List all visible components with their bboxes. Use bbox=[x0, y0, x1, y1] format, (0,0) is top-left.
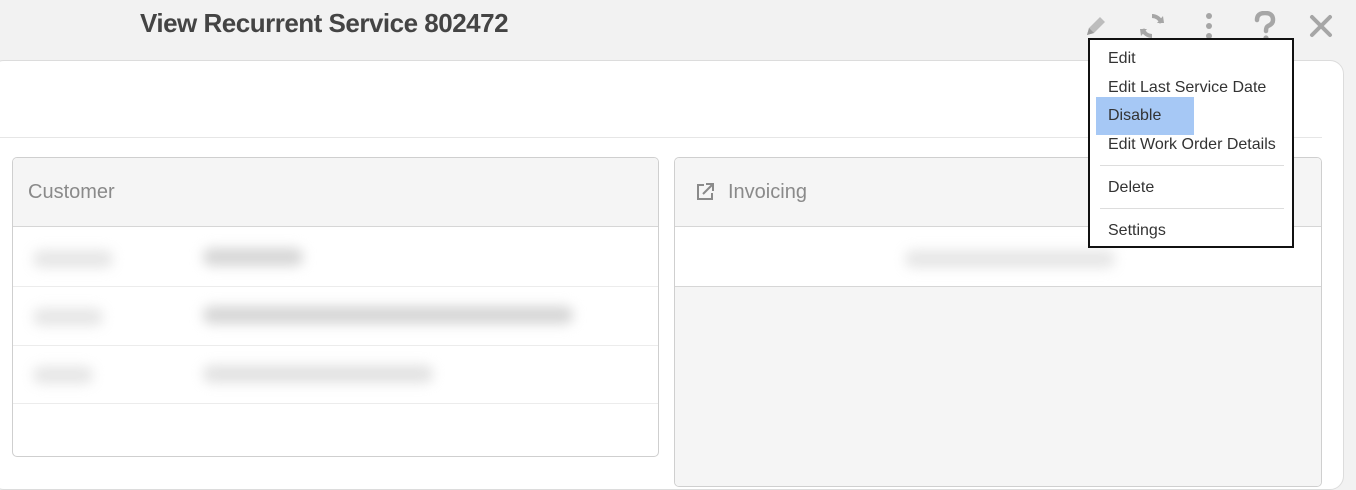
customer-panel-title: Customer bbox=[28, 180, 115, 203]
customer-panel: Customer bbox=[12, 157, 659, 457]
redacted-label bbox=[33, 308, 103, 326]
invoicing-body bbox=[675, 287, 1321, 486]
row-divider bbox=[13, 286, 658, 287]
row-divider bbox=[13, 345, 658, 346]
redacted-label bbox=[33, 366, 93, 384]
menu-separator bbox=[1100, 165, 1284, 166]
redacted-value bbox=[203, 306, 573, 324]
redacted-value bbox=[203, 248, 303, 266]
menu-item-delete[interactable]: Delete bbox=[1096, 169, 1246, 207]
redacted-value bbox=[905, 250, 1115, 268]
menu-item-settings[interactable]: Settings bbox=[1096, 212, 1246, 250]
row-divider bbox=[13, 403, 658, 404]
close-icon[interactable] bbox=[1305, 10, 1337, 42]
customer-panel-header: Customer bbox=[13, 158, 658, 227]
page-title: View Recurrent Service 802472 bbox=[140, 8, 509, 38]
redacted-value bbox=[203, 365, 433, 383]
redacted-label bbox=[33, 250, 113, 268]
external-link-icon[interactable] bbox=[695, 182, 715, 202]
menu-item-edit-work-order-details[interactable]: Edit Work Order Details bbox=[1096, 126, 1286, 164]
invoicing-panel-title: Invoicing bbox=[728, 180, 807, 203]
actions-menu: Edit Edit Last Service Date Disable Edit… bbox=[1088, 38, 1294, 248]
menu-separator bbox=[1100, 208, 1284, 209]
